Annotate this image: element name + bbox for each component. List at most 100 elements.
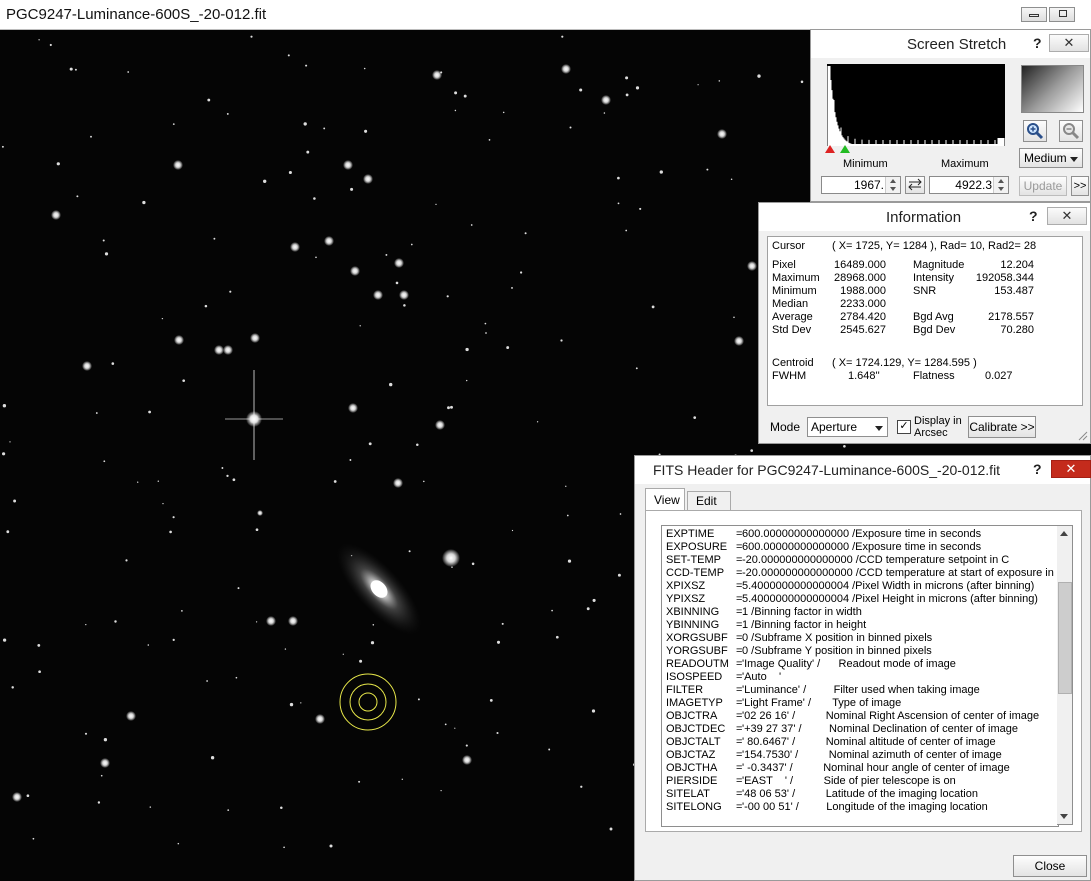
more-button[interactable]: >> (1071, 176, 1089, 196)
cursor-value: ( X= 1725, Y= 1284 ), Rad= 10, Rad2= 28 (832, 240, 1037, 252)
zoom-in-button[interactable] (1023, 120, 1047, 142)
table-row[interactable]: YPIXSZ = 5.4000000000000004 /Pixel Height … (662, 593, 1058, 606)
table-row[interactable]: OBJCTDEC = '+39 27 37' / Nominal Declinati… (662, 723, 1058, 736)
bright-star (561, 64, 571, 74)
zoom-out-button[interactable] (1059, 120, 1083, 142)
star (489, 699, 493, 702)
star (359, 325, 361, 327)
star (232, 478, 236, 482)
table-row[interactable]: IMAGETYP = 'Light Frame' / Type of image (662, 697, 1058, 710)
fits-key: OBJCTAZ (666, 749, 716, 761)
histogram[interactable] (827, 64, 1005, 146)
star (635, 86, 640, 90)
table-row[interactable]: YORGSUBF = 0 /Subframe Y position in binne… (662, 645, 1058, 658)
fits-value: 0 /Subframe Y position in binned pixels (742, 645, 932, 657)
bright-star (174, 335, 184, 345)
minimize-button[interactable] (1021, 7, 1047, 22)
table-row[interactable]: EXPTIME = 600.00000000000000 /Exposure tim… (662, 528, 1058, 541)
stat-value: 2545.627 (840, 324, 886, 336)
scroll-up-icon[interactable] (1060, 531, 1068, 536)
fits-key: SITELAT (666, 788, 710, 800)
bright-star (324, 236, 334, 246)
bright-star (315, 714, 325, 724)
star (305, 64, 308, 67)
star (485, 332, 487, 334)
table-row[interactable]: OBJCTHA = ' -0.3437' / Nominal hour angle … (662, 762, 1058, 775)
star (280, 806, 283, 809)
table-row[interactable]: ISOSPEED = 'Auto ' (662, 671, 1058, 684)
minimum-marker-icon[interactable] (824, 144, 836, 154)
table-row[interactable]: SITELAT = '48 06 53' / Latitude of the ima… (662, 788, 1058, 801)
help-icon[interactable]: ? (1033, 461, 1042, 477)
star (800, 80, 804, 84)
fits-list[interactable]: EXPTIME = 600.00000000000000 /Exposure tim… (661, 525, 1059, 827)
bright-star (747, 261, 757, 271)
stretch-preset-select[interactable]: Medium (1019, 148, 1083, 168)
star (226, 112, 229, 115)
mode-select[interactable]: Aperture (807, 417, 888, 437)
update-button[interactable]: Update (1019, 176, 1067, 196)
table-row[interactable]: OBJCTAZ = '154.7530' / Nominal azimuth of … (662, 749, 1058, 762)
display-arcsec-checkbox[interactable]: ✓ (897, 420, 911, 434)
star (403, 304, 406, 307)
maximum-field[interactable]: 4922.3 (929, 176, 1009, 194)
table-row[interactable]: FILTER = 'Luminance' / Filter used when ta… (662, 684, 1058, 697)
star (580, 785, 583, 788)
close-icon[interactable]: ✕ (1049, 34, 1089, 52)
swap-button[interactable] (905, 176, 925, 194)
bright-star (173, 160, 183, 170)
table-row[interactable]: READOUTM = 'Image Quality' / Readout mode … (662, 658, 1058, 671)
table-row[interactable]: XPIXSZ = 5.4000000000000004 /Pixel Width i… (662, 580, 1058, 593)
close-icon[interactable]: ✕ (1051, 460, 1091, 478)
minimum-field[interactable]: 1967. (821, 176, 901, 194)
tab-edit[interactable]: Edit (687, 491, 731, 510)
star (750, 449, 754, 452)
scrollbar[interactable] (1057, 525, 1073, 825)
star (450, 405, 453, 409)
star (147, 644, 150, 646)
table-row[interactable]: XORGSUBF = 0 /Subframe X position in binne… (662, 632, 1058, 645)
star (162, 502, 164, 505)
fits-key: OBJCTRA (666, 710, 718, 722)
fits-key: OBJCTHA (666, 762, 718, 774)
scroll-thumb[interactable] (1058, 582, 1072, 694)
table-row[interactable]: YBINNING = 1 /Binning factor in height (662, 619, 1058, 632)
star (603, 112, 606, 114)
star (283, 846, 285, 849)
star (103, 738, 108, 742)
table-row[interactable]: XBINNING = 1 /Binning factor in width (662, 606, 1058, 619)
star (26, 794, 30, 798)
tab-view[interactable]: View (645, 488, 685, 510)
close-icon[interactable]: ✕ (1047, 207, 1087, 225)
star (11, 686, 14, 689)
fits-value: '-00 00 51' / Longitude of the imaging l… (742, 801, 988, 813)
star (586, 607, 590, 611)
table-row[interactable]: OBJCTRA = '02 26 16' / Nominal Right Ascen… (662, 710, 1058, 723)
fits-key: EXPTIME (666, 528, 715, 540)
calibrate-button[interactable]: Calibrate >> (968, 416, 1036, 438)
help-icon[interactable]: ? (1033, 35, 1042, 51)
bright-star (51, 210, 61, 220)
close-button[interactable]: Close (1013, 855, 1087, 877)
resize-grip-icon[interactable] (1078, 431, 1088, 441)
star (566, 514, 569, 517)
star (592, 598, 596, 602)
table-row[interactable]: EXPOSURE = 600.00000000000000 /Exposure ti… (662, 541, 1058, 554)
maximize-button[interactable] (1049, 7, 1075, 22)
table-row[interactable]: CCD-TEMP = -20.000000000000000 /CCD temper… (662, 567, 1058, 580)
fits-key: XORGSUBF (666, 632, 728, 644)
maximum-marker-icon[interactable] (839, 144, 851, 154)
stat-value: 1988.000 (840, 285, 886, 297)
star (207, 98, 211, 102)
table-row[interactable]: SET-TEMP = -20.000000000000000 /CCD temper… (662, 554, 1058, 567)
star (444, 723, 447, 726)
table-row[interactable]: OBJCTALT = ' 80.6467' / Nominal altitude o… (662, 736, 1058, 749)
help-icon[interactable]: ? (1029, 208, 1038, 224)
table-row[interactable]: PIERSIDE = 'EAST ' / Side of pier telescop… (662, 775, 1058, 788)
scroll-down-icon[interactable] (1060, 814, 1068, 819)
bright-star (250, 333, 260, 343)
table-row[interactable]: SITELONG = '-00 00 51' / Longitude of the … (662, 801, 1058, 814)
star (333, 480, 337, 483)
information-title: Information (886, 209, 962, 226)
star (177, 842, 180, 845)
